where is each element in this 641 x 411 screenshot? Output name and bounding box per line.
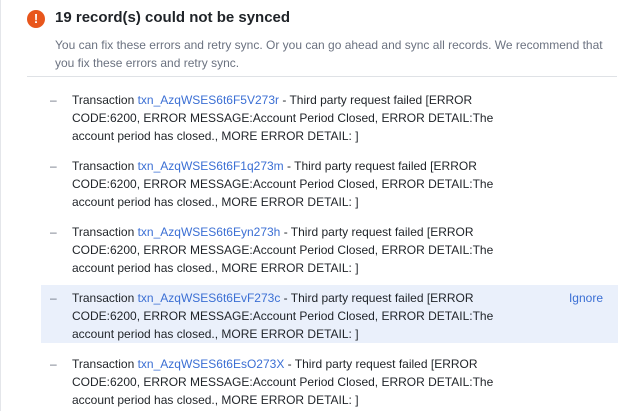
error-list: – Transaction txn_AzqWSES6t6F5V273r - Thi… (41, 87, 618, 411)
bullet-dash: – (50, 93, 57, 107)
error-list-item: – Transaction txn_AzqWSES6t6F1q273m - Thi… (41, 153, 618, 211)
error-list-item: – Transaction txn_AzqWSES6t6Eyn273h - Thi… (41, 219, 618, 277)
transaction-label: Transaction (72, 159, 138, 173)
transaction-id-link[interactable]: txn_AzqWSES6t6F1q273m (138, 159, 284, 173)
error-message: Transaction txn_AzqWSES6t6EsO273X - Thir… (72, 355, 502, 409)
transaction-id-link[interactable]: txn_AzqWSES6t6Eyn273h (138, 225, 281, 239)
transaction-id-link[interactable]: txn_AzqWSES6t6EvF273c (138, 291, 281, 305)
bullet-dash: – (50, 159, 57, 173)
error-list-item: – Transaction txn_AzqWSES6t6F5V273r - Thi… (41, 87, 618, 145)
sync-errors-panel: ! 19 record(s) could not be synced You c… (0, 0, 641, 411)
header-divider (27, 76, 617, 77)
warning-icon: ! (27, 10, 45, 28)
ignore-button[interactable]: Ignore (569, 289, 603, 307)
error-message: Transaction txn_AzqWSES6t6F1q273m - Thir… (72, 157, 502, 211)
transaction-label: Transaction (72, 225, 138, 239)
transaction-label: Transaction (72, 357, 138, 371)
error-message: Transaction txn_AzqWSES6t6F5V273r - Thir… (72, 91, 502, 145)
bullet-dash: – (50, 291, 57, 305)
page-subtitle: You can fix these errors and retry sync.… (55, 38, 603, 70)
page-title: 19 record(s) could not be synced (55, 9, 291, 26)
bullet-dash: – (50, 357, 57, 371)
error-list-item: – Transaction txn_AzqWSES6t6EvF273c - Thi… (41, 285, 618, 343)
transaction-label: Transaction (72, 93, 138, 107)
transaction-id-link[interactable]: txn_AzqWSES6t6EsO273X (138, 357, 285, 371)
error-message: Transaction txn_AzqWSES6t6EvF273c - Thir… (72, 289, 502, 343)
error-list-item: – Transaction txn_AzqWSES6t6EsO273X - Thi… (41, 351, 618, 409)
transaction-label: Transaction (72, 291, 138, 305)
error-message: Transaction txn_AzqWSES6t6Eyn273h - Thir… (72, 223, 502, 277)
bullet-dash: – (50, 225, 57, 239)
transaction-id-link[interactable]: txn_AzqWSES6t6F5V273r (138, 93, 279, 107)
